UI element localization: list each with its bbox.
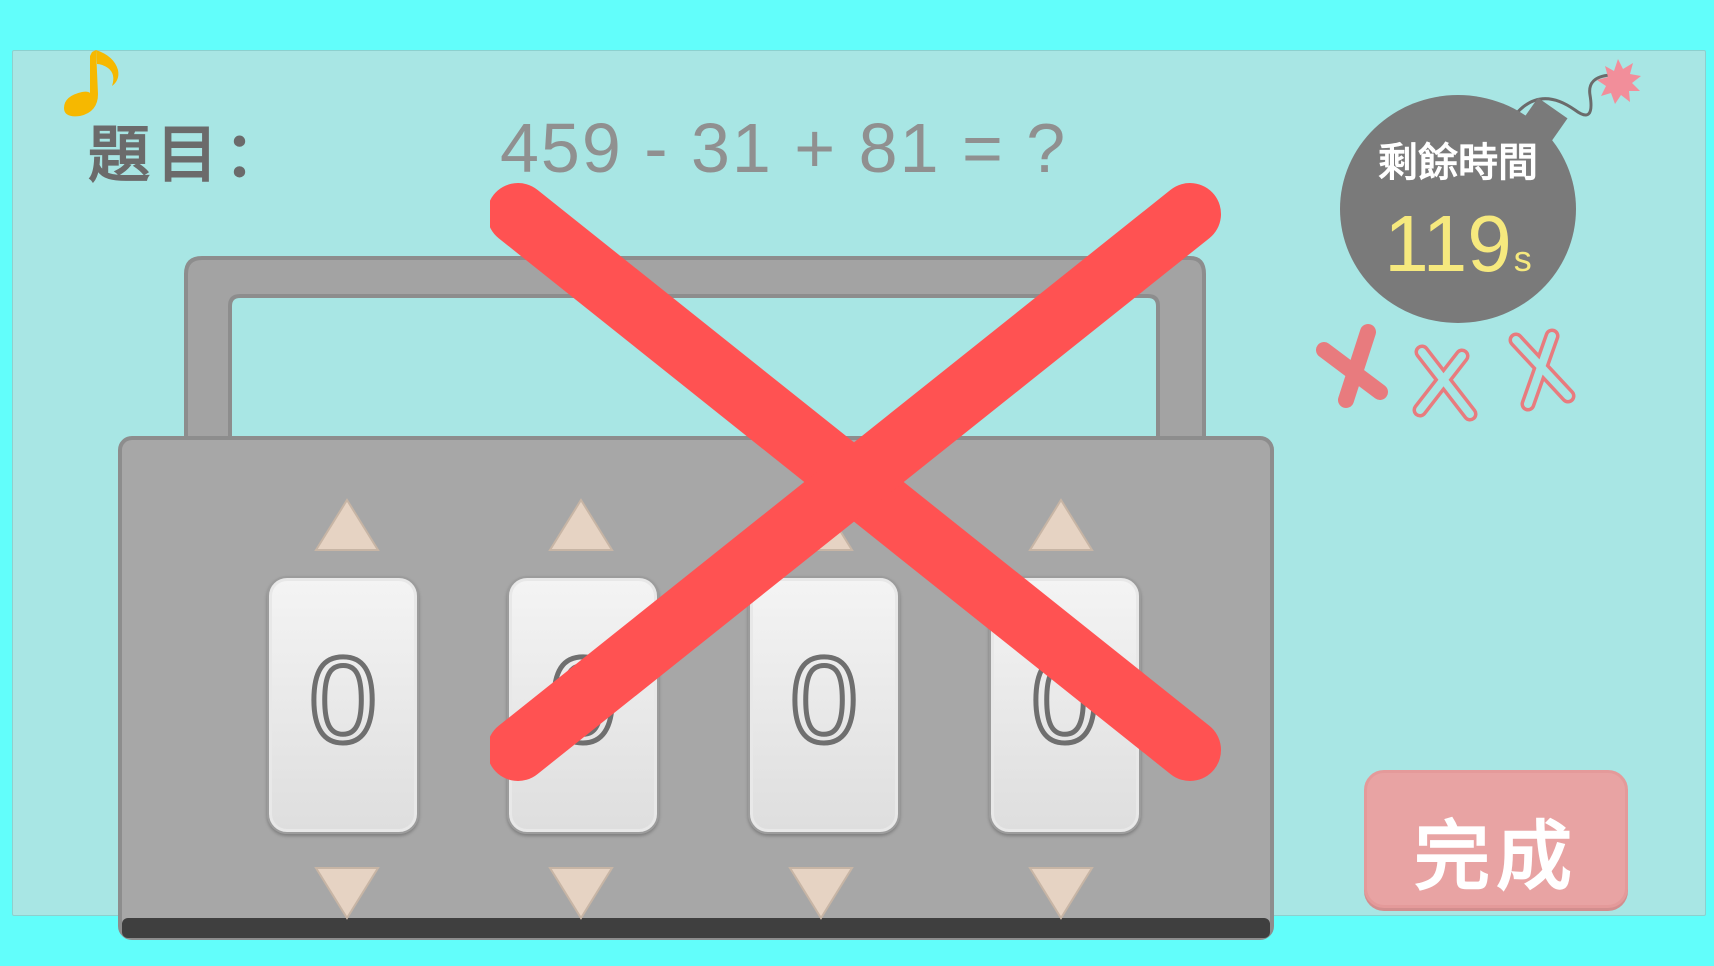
digit-4-up-arrow[interactable] [1026, 496, 1096, 554]
strike-icon-empty [1412, 344, 1478, 422]
lock-digit-4[interactable]: 0 [989, 576, 1141, 834]
lock-digit-value: 0 [547, 630, 620, 771]
lock-digit-value: 0 [788, 630, 861, 771]
digit-3-up-arrow[interactable] [786, 496, 856, 554]
digit-3-down-arrow[interactable] [786, 864, 856, 922]
timer-unit: s [1513, 238, 1532, 279]
timer-readout: 119s [1340, 198, 1576, 290]
digit-1-up-arrow[interactable] [312, 496, 382, 554]
lock-digit-value: 0 [1029, 630, 1102, 771]
done-button-label: 完成 [1414, 812, 1578, 901]
lock-digit-value: 0 [307, 630, 380, 771]
question-label: 題目： [88, 118, 293, 191]
digit-2-down-arrow[interactable] [546, 864, 616, 922]
strike-icon-empty [1508, 328, 1576, 412]
timer-title: 剩餘時間 [1378, 140, 1538, 186]
lock-digit-3[interactable]: 0 [748, 576, 900, 834]
timer-value: 119 [1384, 199, 1512, 288]
digit-4-down-arrow[interactable] [1026, 864, 1096, 922]
done-button[interactable]: 完成 [1364, 770, 1628, 908]
lock-digit-2[interactable]: 0 [507, 576, 659, 834]
digit-1-down-arrow[interactable] [312, 864, 382, 922]
digit-2-up-arrow[interactable] [546, 496, 616, 554]
lock-digit-1[interactable]: 0 [267, 576, 419, 834]
question-expression: 459 - 31 + 81 = ? [500, 109, 1068, 187]
strike-icon-used [1316, 324, 1388, 408]
strike-counter [1316, 324, 1576, 422]
